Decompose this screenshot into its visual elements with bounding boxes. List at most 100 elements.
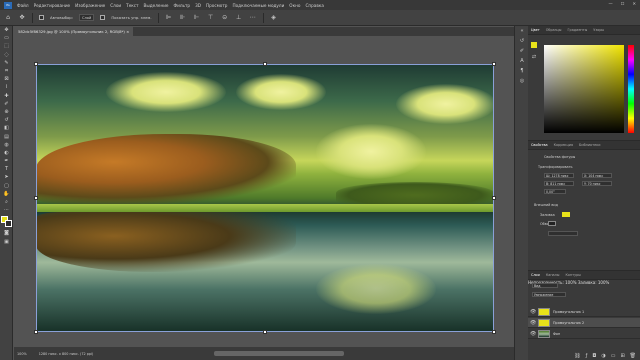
visibility-eye-icon[interactable]: 👁 <box>530 309 536 315</box>
paragraph-icon[interactable]: ¶ <box>515 66 529 76</box>
maximize-button[interactable]: ☐ <box>621 1 625 6</box>
healing-tool-icon[interactable]: ✚ <box>0 92 13 100</box>
hue-slider[interactable] <box>628 45 634 133</box>
move-tool-icon[interactable]: ✥ <box>18 14 26 22</box>
x-field[interactable]: Х: 104 пикс <box>582 173 612 178</box>
menu-view[interactable]: Просмотр <box>206 3 228 8</box>
screen-mode-icon[interactable]: ▣ <box>0 238 13 246</box>
rectangle-tool-icon[interactable]: ▢ <box>0 182 13 190</box>
align-center-icon[interactable]: ⊪ <box>179 14 187 22</box>
pen-tool-icon[interactable]: ✒ <box>0 157 13 165</box>
menu-filter[interactable]: Фильтр <box>174 3 191 8</box>
layer-row[interactable]: 👁 Прямоугольник 2 <box>528 318 640 328</box>
show-controls-checkbox[interactable] <box>100 15 106 20</box>
adjustment-layer-icon[interactable]: ◑ <box>601 353 605 359</box>
home-icon[interactable]: ⌂ <box>4 14 12 22</box>
link-layers-icon[interactable]: ⛓ <box>574 353 580 359</box>
menu-3d[interactable]: 3D <box>195 3 201 8</box>
crop-tool-icon[interactable]: ⌗ <box>0 67 13 75</box>
tab-swatches[interactable]: Образцы <box>546 28 562 32</box>
layer-filter-select[interactable]: Вид <box>532 283 558 288</box>
zoom-level[interactable]: 100% <box>17 352 27 356</box>
layer-select[interactable]: Слой <box>78 14 95 21</box>
new-layer-icon[interactable]: ⊞ <box>620 353 624 359</box>
menu-window[interactable]: Окно <box>289 3 300 8</box>
menu-plugins[interactable]: Подключаемые модули <box>232 3 284 8</box>
character-icon[interactable]: A <box>515 56 529 66</box>
tab-layers[interactable]: Слои <box>531 273 540 277</box>
fill-color-swatch[interactable] <box>562 212 570 217</box>
align-right-icon[interactable]: ⊩ <box>193 14 201 22</box>
layer-row[interactable]: 👁 Прямоугольник 1 <box>528 307 640 317</box>
transform-handle-ml[interactable] <box>34 196 38 200</box>
visibility-eye-icon[interactable]: 👁 <box>530 331 536 337</box>
brush-tool-icon[interactable]: ✐ <box>0 100 13 108</box>
lasso-tool-icon[interactable]: ◌ <box>0 51 13 59</box>
brush-settings-icon[interactable]: ✐ <box>515 46 529 56</box>
tab-properties[interactable]: Свойства <box>531 143 548 147</box>
autoselect-checkbox[interactable] <box>39 15 44 20</box>
more-options-icon[interactable]: ⋯ <box>249 14 257 22</box>
transform-handle-bm[interactable] <box>263 330 267 334</box>
layer-row[interactable]: 👁 Фон <box>528 329 640 339</box>
canvas-area[interactable] <box>14 36 514 347</box>
tab-adjustments[interactable]: Коррекция <box>554 143 573 147</box>
history-brush-icon[interactable]: ↺ <box>0 116 13 124</box>
marquee-tool-icon[interactable]: ⬚ <box>0 42 13 50</box>
y-field[interactable]: Y: 70 пикс <box>582 181 612 186</box>
align-top-icon[interactable]: ⊤ <box>207 14 215 22</box>
transform-handle-br[interactable] <box>492 330 496 334</box>
background-color-swatch[interactable] <box>5 220 12 228</box>
glyphs-icon[interactable]: ◎ <box>515 76 529 86</box>
tab-patterns[interactable]: Узоры <box>593 28 604 32</box>
gradient-tool-icon[interactable]: ▤ <box>0 132 13 140</box>
artboard-tool-icon[interactable]: ▭ <box>0 34 13 42</box>
add-mask-icon[interactable]: ◘ <box>592 353 596 359</box>
type-tool-icon[interactable]: T <box>0 165 13 173</box>
quick-select-tool-icon[interactable]: ✎ <box>0 59 13 67</box>
history-icon[interactable]: ↺ <box>515 36 529 46</box>
color-picker-field[interactable] <box>544 45 624 133</box>
zoom-tool-icon[interactable]: ⌕ <box>0 198 13 206</box>
menu-help[interactable]: Справка <box>305 3 323 8</box>
align-middle-icon[interactable]: ⊝ <box>221 14 229 22</box>
transform-handle-tl[interactable] <box>34 62 38 66</box>
group-icon[interactable]: ▭ <box>611 353 616 359</box>
edit-toolbar-icon[interactable]: ⋯ <box>0 206 13 214</box>
menu-edit[interactable]: Редактирование <box>34 3 71 8</box>
tab-libraries[interactable]: Библиотеки <box>579 143 600 147</box>
tab-gradients[interactable]: Градиенты <box>567 28 587 32</box>
transform-handle-tr[interactable] <box>492 62 496 66</box>
document-tab[interactable]: 582dc5f86329.jpg @ 100% (Прямоугольник 2… <box>14 27 134 36</box>
menu-select[interactable]: Выделение <box>144 3 169 8</box>
minimize-button[interactable]: — <box>609 1 613 6</box>
blend-mode-select[interactable]: Умножение <box>532 292 566 297</box>
transform-handle-tm[interactable] <box>263 62 267 66</box>
dodge-tool-icon[interactable]: ◐ <box>0 149 13 157</box>
visibility-eye-icon[interactable]: 👁 <box>530 320 536 326</box>
menu-file[interactable]: Файл <box>17 3 29 8</box>
move-tool-icon[interactable]: ✥ <box>0 26 13 34</box>
3d-mode-icon[interactable]: ◈ <box>270 14 278 22</box>
tab-channels[interactable]: Каналы <box>546 273 560 277</box>
quick-mask-icon[interactable]: ◙ <box>0 229 13 237</box>
menu-layers[interactable]: Слои <box>110 3 121 8</box>
close-tab-icon[interactable]: × <box>126 29 129 34</box>
transform-handle-bl[interactable] <box>34 330 38 334</box>
collapse-icon[interactable]: « <box>515 26 529 36</box>
close-window-button[interactable]: ✕ <box>632 1 636 6</box>
transform-handle-mr[interactable] <box>492 196 496 200</box>
align-left-icon[interactable]: ⊫ <box>165 14 173 22</box>
color-swatches[interactable] <box>1 216 12 228</box>
frame-tool-icon[interactable]: ⊠ <box>0 75 13 83</box>
blur-tool-icon[interactable]: ◍ <box>0 141 13 149</box>
angle-field[interactable]: 0,00° <box>544 189 566 194</box>
path-select-tool-icon[interactable]: ➤ <box>0 173 13 181</box>
eraser-tool-icon[interactable]: ◧ <box>0 124 13 132</box>
menu-text[interactable]: Текст <box>126 3 138 8</box>
width-field[interactable]: Ш: 1278 пикс <box>544 173 574 178</box>
hand-tool-icon[interactable]: ✋ <box>0 190 13 198</box>
height-field[interactable]: В: 811 пикс <box>544 181 574 186</box>
stamp-tool-icon[interactable]: ⊕ <box>0 108 13 116</box>
horizontal-scrollbar[interactable] <box>214 351 344 356</box>
